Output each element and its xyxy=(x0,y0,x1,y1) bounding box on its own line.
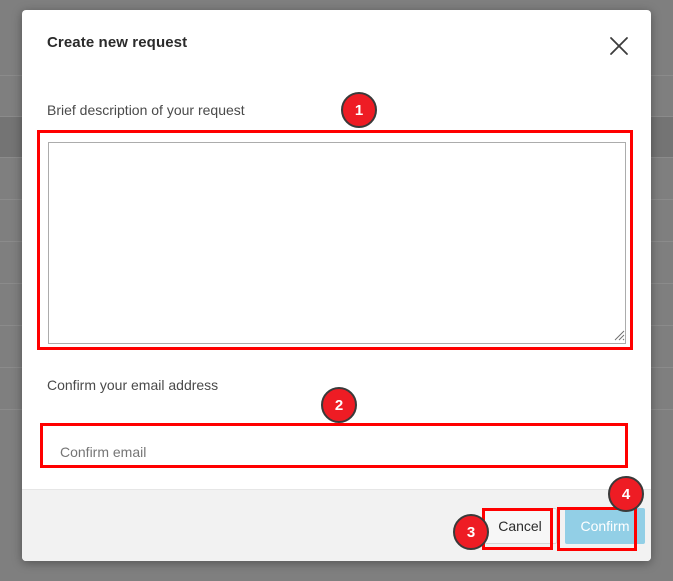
create-new-request-dialog: Create new request Brief description of … xyxy=(22,10,651,561)
cancel-button[interactable]: Cancel xyxy=(483,508,557,544)
annotation-badge-1: 1 xyxy=(341,92,377,128)
dialog-footer: Cancel Confirm xyxy=(22,489,651,561)
close-icon[interactable] xyxy=(604,31,634,61)
confirm-button[interactable]: Confirm xyxy=(565,508,645,544)
email-field[interactable] xyxy=(48,434,626,469)
dialog-body: Brief description of your request Confir… xyxy=(22,72,651,489)
email-field-label: Confirm your email address xyxy=(47,377,219,393)
annotation-badge-2: 2 xyxy=(321,387,357,423)
description-field-label: Brief description of your request xyxy=(47,102,245,118)
annotation-badge-4: 4 xyxy=(608,476,644,512)
page-title: Create new request xyxy=(47,34,188,51)
description-textarea[interactable] xyxy=(48,142,626,344)
dialog-header: Create new request xyxy=(22,10,651,72)
annotation-badge-3: 3 xyxy=(453,514,489,550)
